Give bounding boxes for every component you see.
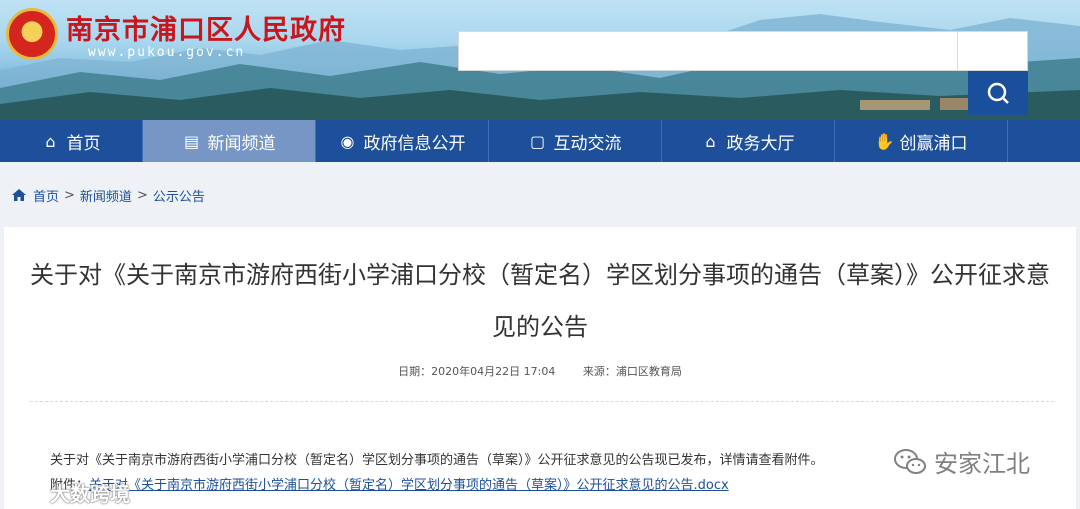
nav-item-label: 政务大厅 [726,133,795,154]
article-source: 来源：浦口区教育局 [583,365,682,378]
building-icon: ⌂ [705,131,716,151]
search-button[interactable] [968,71,1028,115]
nav-item-label: 政府信息公开 [363,133,466,154]
nav-item-service-hall[interactable]: ⌂ 政务大厅 [662,120,835,162]
nav-item-news[interactable]: ▤ 新闻频道 [143,120,316,162]
breadcrumb-separator: > [136,187,148,203]
attachment-link[interactable]: 关于对《关于南京市游府西街小学浦口分校（暂定名）学区划分事项的通告（草案）》公开… [89,478,729,493]
article-body: 关于对《关于南京市游府西街小学浦口分校（暂定名）学区划分事项的通告（草案）》公开… [50,453,824,468]
nav-item-label: 新闻频道 [207,133,276,154]
search-input[interactable] [458,31,958,71]
watermark-text: 安家江北 [934,450,1030,478]
wechat-icon [894,448,926,474]
national-emblem-logo: ★ [6,8,58,60]
article-meta: 日期：2020年04月22日 17:04 来源：浦口区教育局 [4,363,1076,379]
main-nav: ⌂ 首页 ▤ 新闻频道 ◉ 政府信息公开 ▢ 互动交流 ⌂ 政务大厅 ✋ 创赢浦… [0,120,1080,162]
chat-icon: ▢ [529,131,546,151]
watermark-left: 大数跨境 [6,478,130,507]
date-label: 日期： [398,365,432,378]
site-title: 南京市浦口区人民政府 [66,15,346,46]
nav-item-label: 创赢浦口 [899,133,968,154]
search-icon [987,82,1009,104]
source-label: 来源： [582,365,616,378]
source-value: 浦口区教育局 [615,365,682,378]
breadcrumb-announcements[interactable]: 公示公告 [153,186,205,205]
search-input-extension[interactable] [958,31,1028,71]
nav-item-label: 互动交流 [553,133,622,154]
handshake-icon: ✋ [874,131,895,151]
breadcrumb-separator: > [64,187,75,203]
watermark-text: 大数跨境 [50,482,130,506]
article-title: 关于对《关于南京市游府西街小学浦口分校（暂定名）学区划分事项的通告（草案）》公开… [30,261,1050,341]
home-icon: ⌂ [45,131,56,151]
nav-item-label: 首页 [66,133,101,154]
broadcast-icon: ◉ [340,131,355,151]
divider [30,401,1054,402]
watermark-right: 安家江北 [892,444,1030,479]
nav-item-invest[interactable]: ✋ 创赢浦口 [835,120,1008,162]
home-icon [12,189,26,201]
nav-item-info-disclosure[interactable]: ◉ 政府信息公开 [316,120,489,162]
nav-item-interaction[interactable]: ▢ 互动交流 [489,120,662,162]
breadcrumb-home[interactable]: 首页 [33,186,59,205]
date-value: 2020年04月22日 17:04 [431,365,556,378]
news-icon: ▤ [183,131,200,151]
article-date: 日期：2020年04月22日 17:04 [398,365,555,378]
attachment-row: 附件：关于对《关于南京市游府西街小学浦口分校（暂定名）学区划分事项的通告（草案）… [50,474,729,493]
nav-item-home[interactable]: ⌂ 首页 [0,120,143,162]
site-header: ★ 南京市浦口区人民政府 www.pukou.gov.cn [0,0,1080,120]
watermark-logo-icon [8,482,45,501]
breadcrumb: 首页 > 新闻频道 > 公示公告 [11,186,205,205]
site-domain: www.pukou.gov.cn [88,45,246,60]
breadcrumb-news[interactable]: 新闻频道 [80,186,132,205]
